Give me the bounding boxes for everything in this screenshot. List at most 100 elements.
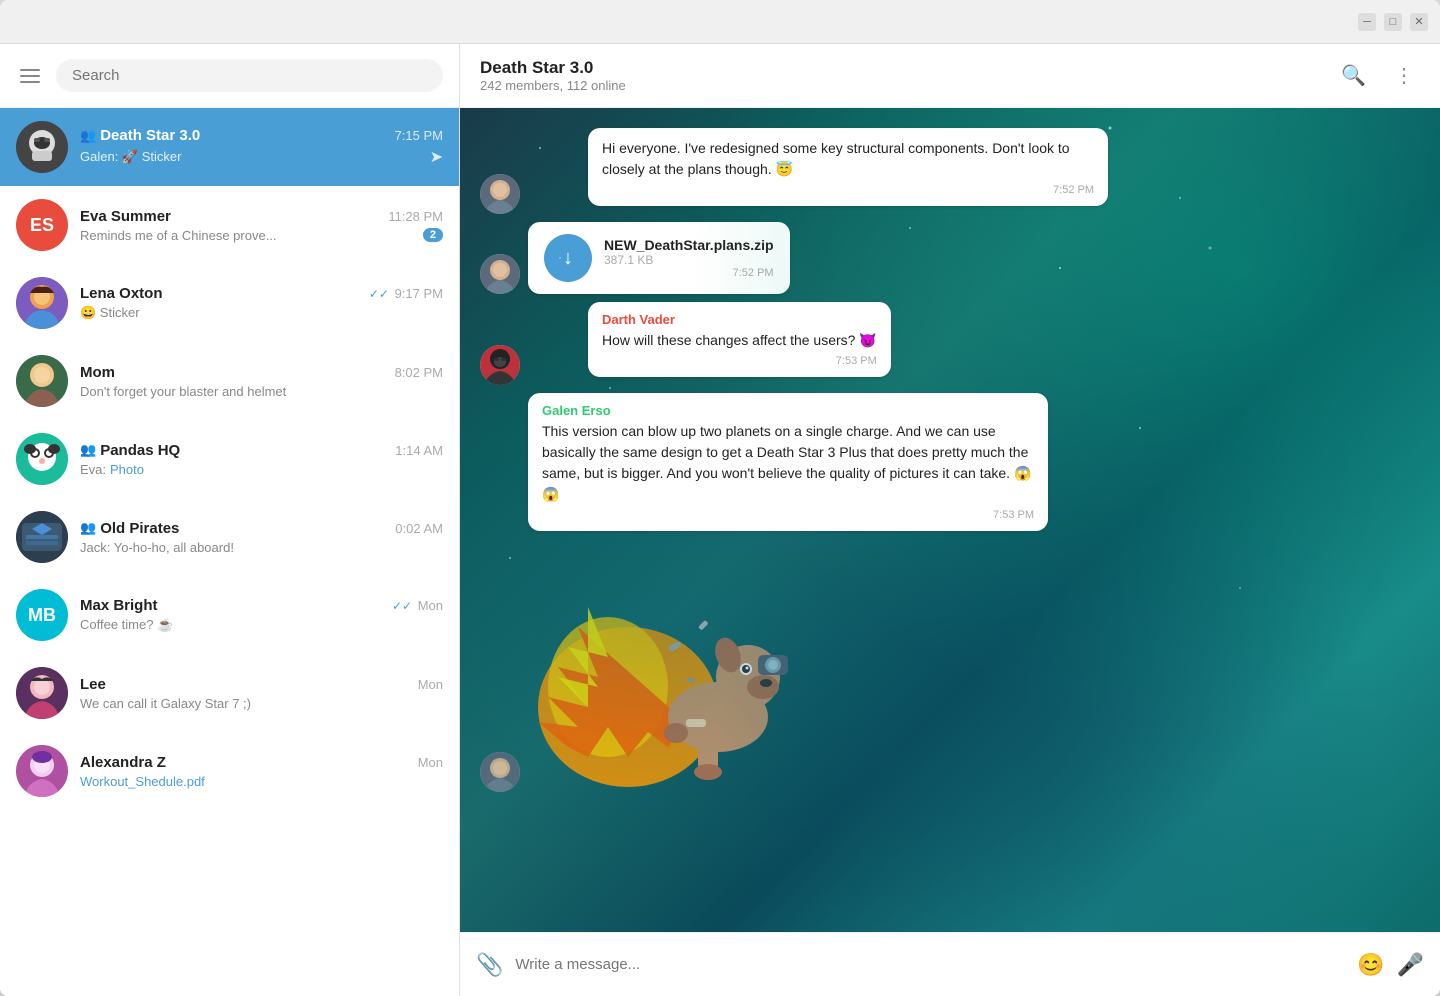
mic-icon[interactable]: 🎤	[1397, 952, 1424, 978]
chat-item-alexandra[interactable]: Alexandra Z Mon Workout_Shedule.pdf	[0, 732, 459, 810]
avatar-mom	[16, 355, 68, 407]
chat-item-lee[interactable]: Lee Mon We can call it Galaxy Star 7 ;)	[0, 654, 459, 732]
chat-list: 👥 Death Star 3.0 7:15 PM Galen: 🚀 Sticke…	[0, 108, 459, 996]
chat-item-eva-summer[interactable]: ES Eva Summer 11:28 PM Reminds me of a C…	[0, 186, 459, 264]
file-info: NEW_DeathStar.plans.zip 387.1 KB 7:52 PM	[604, 237, 774, 279]
search-input[interactable]	[56, 59, 443, 92]
avatar-max-bright: MB	[16, 589, 68, 641]
avatar-pandas-hq	[16, 433, 68, 485]
app-window: ─ □ ✕	[0, 0, 1440, 996]
titlebar: ─ □ ✕	[0, 0, 1440, 44]
message-text-4: This version can blow up two planets on …	[542, 421, 1034, 505]
file-size: 387.1 KB	[604, 253, 774, 267]
chat-name-mom: Mom	[80, 364, 115, 381]
search-chat-icon[interactable]: 🔍	[1335, 57, 1372, 94]
chat-header-name: Death Star 3.0	[480, 58, 1319, 78]
chat-name-lena-oxton: Lena Oxton	[80, 285, 163, 302]
chat-preview-lee: We can call it Galaxy Star 7 ;)	[80, 696, 443, 711]
file-name: NEW_DeathStar.plans.zip	[604, 237, 774, 253]
avatar-eva-summer: ES	[16, 199, 68, 251]
chat-preview-max-bright: Coffee time? ☕	[80, 617, 443, 633]
chat-info-alexandra: Alexandra Z Mon Workout_Shedule.pdf	[80, 754, 443, 789]
chat-item-pandas-hq[interactable]: 👥 Pandas HQ 1:14 AM Eva: Photo	[0, 420, 459, 498]
message-group-4: Galen Erso This version can blow up two …	[480, 393, 1420, 539]
chat-panel: Death Star 3.0 242 members, 112 online 🔍…	[460, 44, 1440, 996]
chat-preview-death-star: Galen: 🚀 Sticker ➤	[80, 147, 443, 167]
chat-header-info: Death Star 3.0 242 members, 112 online	[480, 58, 1319, 93]
maximize-button[interactable]: □	[1384, 13, 1402, 31]
chat-info-old-pirates: 👥 Old Pirates 0:02 AM Jack: Yo-ho-ho, al…	[80, 520, 443, 555]
chat-time-eva-summer: 11:28 PM	[388, 209, 443, 224]
chat-item-max-bright[interactable]: MB Max Bright ✓✓ Mon Coffee time? ☕	[0, 576, 459, 654]
message-sender-4: Galen Erso	[542, 403, 1034, 418]
hamburger-menu[interactable]	[16, 65, 44, 87]
message-bubble-3: Darth Vader How will these changes affec…	[588, 302, 891, 377]
avatar-old-pirates	[16, 511, 68, 563]
chat-background: Hi everyone. I've redesigned some key st…	[460, 108, 1440, 932]
chat-name-lee: Lee	[80, 676, 106, 693]
message-time-3: 7:53 PM	[602, 355, 877, 367]
chat-info-death-star: 👥 Death Star 3.0 7:15 PM Galen: 🚀 Sticke…	[80, 127, 443, 167]
chat-name-max-bright: Max Bright	[80, 597, 158, 614]
chat-preview-eva-summer: Reminds me of a Chinese prove... 2	[80, 228, 443, 243]
chat-item-old-pirates[interactable]: 👥 Old Pirates 0:02 AM Jack: Yo-ho-ho, al…	[0, 498, 459, 576]
chat-time-lena-oxton: ✓✓ 9:17 PM	[369, 286, 443, 301]
chat-info-pandas-hq: 👥 Pandas HQ 1:14 AM Eva: Photo	[80, 442, 443, 477]
chat-time-max-bright: ✓✓ Mon	[392, 598, 443, 613]
sticker-message	[528, 547, 808, 792]
sidebar-header	[0, 44, 459, 108]
message-sender-3: Darth Vader	[602, 312, 877, 327]
more-options-icon[interactable]: ⋮	[1388, 57, 1420, 94]
message-group-1: Hi everyone. I've redesigned some key st…	[480, 128, 1420, 214]
chat-time-mom: 8:02 PM	[395, 365, 443, 380]
chat-preview-alexandra: Workout_Shedule.pdf	[80, 774, 443, 789]
chat-info-eva-summer: Eva Summer 11:28 PM Reminds me of a Chin…	[80, 208, 443, 243]
message-text-3: How will these changes affect the users?…	[602, 330, 877, 351]
close-button[interactable]: ✕	[1410, 13, 1428, 31]
chat-time-old-pirates: 0:02 AM	[395, 521, 443, 536]
chat-item-mom[interactable]: Mom 8:02 PM Don't forget your blaster an…	[0, 342, 459, 420]
message-bubble-4: Galen Erso This version can blow up two …	[528, 393, 1048, 531]
download-icon: ↓	[563, 247, 573, 270]
chat-info-lee: Lee Mon We can call it Galaxy Star 7 ;)	[80, 676, 443, 711]
chat-name-old-pirates: 👥 Old Pirates	[80, 520, 179, 537]
message-group-3: Darth Vader How will these changes affec…	[480, 302, 1420, 385]
chat-header-status: 242 members, 112 online	[480, 78, 1319, 93]
message-text-1: Hi everyone. I've redesigned some key st…	[602, 138, 1094, 180]
minimize-button[interactable]: ─	[1358, 13, 1376, 31]
chat-preview-pandas-hq: Eva: Photo	[80, 462, 443, 477]
chat-name-pandas-hq: 👥 Pandas HQ	[80, 442, 180, 459]
sidebar: 👥 Death Star 3.0 7:15 PM Galen: 🚀 Sticke…	[0, 44, 460, 996]
attach-icon[interactable]: 📎	[476, 952, 503, 978]
chat-info-lena-oxton: Lena Oxton ✓✓ 9:17 PM 😀 Sticker	[80, 285, 443, 321]
file-time: 7:52 PM	[604, 267, 774, 279]
chat-preview-mom: Don't forget your blaster and helmet	[80, 384, 443, 399]
app-body: 👥 Death Star 3.0 7:15 PM Galen: 🚀 Sticke…	[0, 44, 1440, 996]
chat-item-death-star[interactable]: 👥 Death Star 3.0 7:15 PM Galen: 🚀 Sticke…	[0, 108, 459, 186]
chat-time-death-star: 7:15 PM	[395, 128, 443, 143]
message-time-4: 7:53 PM	[542, 509, 1034, 521]
chat-name-death-star: 👥 Death Star 3.0	[80, 127, 200, 144]
chat-preview-old-pirates: Jack: Yo-ho-ho, all aboard!	[80, 540, 443, 555]
emoji-icon[interactable]: 😊	[1357, 952, 1384, 978]
chat-time-alexandra: Mon	[418, 755, 443, 770]
chat-name-alexandra: Alexandra Z	[80, 754, 166, 771]
chat-name-eva-summer: Eva Summer	[80, 208, 171, 225]
avatar-lena-oxton	[16, 277, 68, 329]
avatar-alexandra	[16, 745, 68, 797]
chat-time-lee: Mon	[418, 677, 443, 692]
msg-avatar-galen-3	[480, 752, 520, 792]
chat-preview-lena-oxton: 😀 Sticker	[80, 305, 443, 321]
msg-avatar-darth	[480, 345, 520, 385]
msg-avatar-galen	[480, 174, 520, 214]
message-input[interactable]	[515, 956, 1345, 973]
message-bubble-1: Hi everyone. I've redesigned some key st…	[588, 128, 1108, 206]
download-button[interactable]: ↓	[544, 234, 592, 282]
chat-header: Death Star 3.0 242 members, 112 online 🔍…	[460, 44, 1440, 108]
unread-badge-eva: 2	[423, 228, 443, 242]
chat-item-lena-oxton[interactable]: Lena Oxton ✓✓ 9:17 PM 😀 Sticker	[0, 264, 459, 342]
message-time-1: 7:52 PM	[602, 184, 1094, 196]
chat-input-bar: 📎 😊 🎤	[460, 932, 1440, 996]
avatar-death-star	[16, 121, 68, 173]
file-wrapper-2: ↓ NEW_DeathStar.plans.zip 387.1 KB 7:52 …	[480, 222, 1420, 294]
